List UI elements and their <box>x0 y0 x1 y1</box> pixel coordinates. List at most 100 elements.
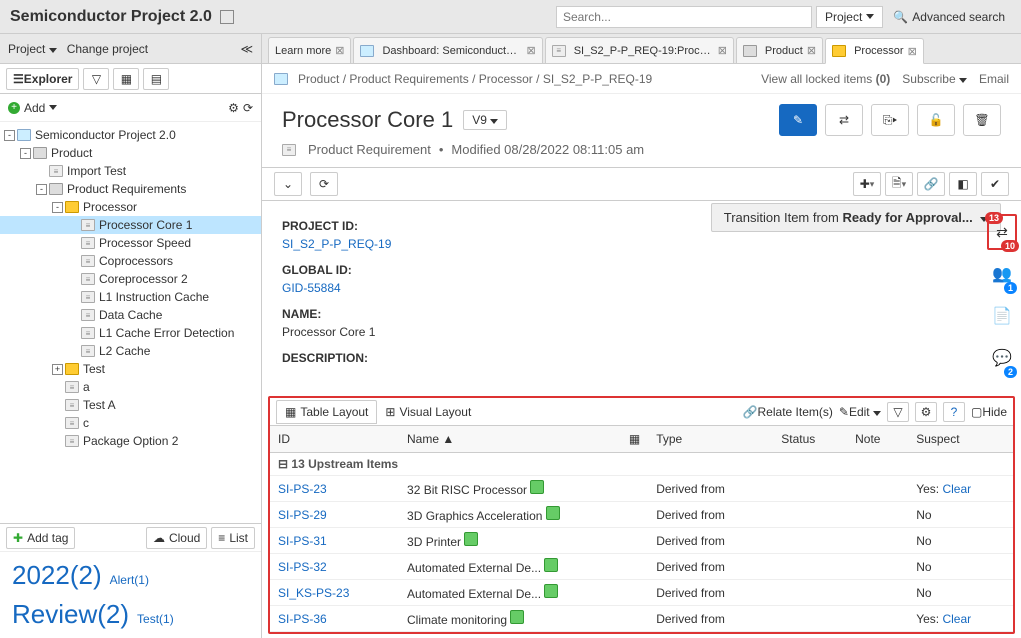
tree-item[interactable]: Coreprocessor 2 <box>0 270 261 288</box>
collapse-left-icon[interactable]: ≪ <box>240 42 253 56</box>
tree-item[interactable]: a <box>0 378 261 396</box>
tree-item[interactable]: -Product <box>0 144 261 162</box>
item-id-link[interactable]: SI_KS-PS-23 <box>278 586 349 600</box>
tree-item[interactable]: L1 Cache Error Detection <box>0 324 261 342</box>
visual-layout-tab[interactable]: ⊞Visual Layout <box>377 400 479 424</box>
subscribe-menu[interactable]: Subscribe <box>902 72 967 86</box>
item-id-link[interactable]: SI-PS-29 <box>278 508 327 522</box>
home-icon[interactable] <box>274 73 288 85</box>
layout-icon[interactable] <box>220 10 234 24</box>
editor-tab[interactable]: Product⊠ <box>736 37 823 63</box>
column-header[interactable]: Suspect <box>908 426 1013 453</box>
toggle-icon[interactable]: - <box>36 184 47 195</box>
tree-item[interactable]: -Processor <box>0 198 261 216</box>
edit-button[interactable]: ✎ <box>779 104 817 136</box>
relate-items-button[interactable]: 🔗Relate Item(s) <box>743 405 833 419</box>
editor-tab[interactable]: Processor⊠ <box>825 38 924 64</box>
global-id-value[interactable]: GID-55884 <box>282 281 1001 295</box>
relationships-widget[interactable]: ⇄ 13 10 <box>987 214 1017 250</box>
toggle-icon[interactable]: - <box>4 130 15 141</box>
column-header[interactable]: Note <box>847 426 908 453</box>
link-icon[interactable]: 🔗 <box>917 172 945 196</box>
transition-button[interactable]: Transition Item from Ready for Approval.… <box>711 203 1001 232</box>
edit-menu[interactable]: ✎Edit <box>839 405 881 419</box>
editor-tab[interactable]: Dashboard: Semiconductor Project...⊠ <box>353 37 542 63</box>
tree-item[interactable]: Import Test <box>0 162 261 180</box>
item-id-link[interactable]: SI-PS-23 <box>278 482 327 496</box>
people-widget[interactable]: 👥 1 <box>987 256 1017 292</box>
breadcrumb-item[interactable]: Product Requirements <box>349 72 468 86</box>
column-header[interactable]: Status <box>773 426 847 453</box>
toggle-icon[interactable]: + <box>52 364 63 375</box>
gear-icon[interactable]: ⚙ <box>228 101 239 115</box>
table-row[interactable]: SI-PS-36Climate monitoring Derived fromY… <box>270 606 1013 632</box>
close-icon[interactable]: ⊠ <box>718 44 727 57</box>
activity-widget[interactable]: 📄 <box>987 298 1017 334</box>
tree-item[interactable]: Package Option 2 <box>0 432 261 450</box>
breadcrumb-item[interactable]: Product <box>298 72 339 86</box>
add-menu[interactable]: ✚▾ <box>853 172 881 196</box>
hide-button[interactable]: ▢Hide <box>971 405 1007 419</box>
lock-button[interactable]: 🔓 <box>917 104 955 136</box>
add-button[interactable]: +Add <box>8 101 57 115</box>
releases-icon[interactable]: ▤ <box>143 68 169 90</box>
table-row[interactable]: SI-PS-293D Graphics Acceleration Derived… <box>270 502 1013 528</box>
column-header[interactable]: Type <box>648 426 773 453</box>
tree-item[interactable]: Processor Core 1 <box>0 216 261 234</box>
email-link[interactable]: Email <box>979 72 1009 86</box>
locked-items-link[interactable]: View all locked items (0) <box>761 72 890 86</box>
change-project-link[interactable]: Change project <box>67 42 148 56</box>
clear-link[interactable]: Clear <box>942 612 971 626</box>
table-row[interactable]: SI-PS-2332 Bit RISC Processor Derived fr… <box>270 476 1013 502</box>
filter-icon[interactable]: ▽ <box>83 68 109 90</box>
cloud-view-button[interactable]: ☁Cloud <box>146 527 207 549</box>
workflow-button[interactable]: ⇄ <box>825 104 863 136</box>
tree-item[interactable]: -Semiconductor Project 2.0 <box>0 126 261 144</box>
tree-item[interactable]: Data Cache <box>0 306 261 324</box>
column-header[interactable]: Name ▲▦ <box>399 426 648 453</box>
tree-item[interactable]: c <box>0 414 261 432</box>
grid-icon[interactable]: ▦ <box>113 68 139 90</box>
toggle-icon[interactable]: - <box>20 148 31 159</box>
breadcrumb-item[interactable]: SI_S2_P-P_REQ-19 <box>543 72 652 86</box>
clear-link[interactable]: Clear <box>942 482 971 496</box>
table-row[interactable]: SI_KS-PS-23Automated External De... Deri… <box>270 580 1013 606</box>
delete-button[interactable]: 🗑 <box>963 104 1001 136</box>
breadcrumb-item[interactable]: Processor <box>479 72 533 86</box>
column-header[interactable]: ID <box>270 426 399 453</box>
project-id-value[interactable]: SI_S2_P-P_REQ-19 <box>282 237 1001 251</box>
close-icon[interactable]: ⊠ <box>807 44 816 57</box>
item-id-link[interactable]: SI-PS-31 <box>278 534 327 548</box>
editor-tab[interactable]: Learn more⊠ <box>268 37 351 63</box>
explorer-tab[interactable]: ☰ Explorer <box>6 68 79 90</box>
copy-menu[interactable]: 🗎▾ <box>885 172 913 196</box>
tag-cloud-item[interactable]: Test(1) <box>137 612 174 626</box>
column-config-icon[interactable]: ▦ <box>629 432 640 446</box>
refresh-icon[interactable]: ⟳ <box>243 101 253 115</box>
tag-cloud-item[interactable]: Alert(1) <box>110 573 149 587</box>
group-header[interactable]: ⊟ 13 Upstream Items <box>270 453 1013 476</box>
tree-item[interactable]: L2 Cache <box>0 342 261 360</box>
toggle-icon[interactable]: - <box>52 202 63 213</box>
done-icon[interactable]: ✔ <box>981 172 1009 196</box>
tree-item[interactable]: +Test <box>0 360 261 378</box>
advanced-search-link[interactable]: 🔍Advanced search <box>887 10 1011 24</box>
tag-cloud-item[interactable]: Review(2) <box>4 595 137 634</box>
table-row[interactable]: SI-PS-32Automated External De... Derived… <box>270 554 1013 580</box>
editor-tab[interactable]: SI_S2_P-P_REQ-19:Proce...⊠ <box>545 37 734 63</box>
close-icon[interactable]: ⊠ <box>526 44 535 57</box>
settings-icon[interactable]: ⚙ <box>915 402 937 422</box>
compare-icon[interactable]: ◧ <box>949 172 977 196</box>
project-menu[interactable]: Project <box>8 42 57 56</box>
close-icon[interactable]: ⊠ <box>908 45 917 58</box>
tree-item[interactable]: Test A <box>0 396 261 414</box>
tree-item[interactable]: L1 Instruction Cache <box>0 288 261 306</box>
help-icon[interactable]: ? <box>943 402 965 422</box>
table-layout-tab[interactable]: ▦Table Layout <box>276 400 377 424</box>
tree-item[interactable]: Processor Speed <box>0 234 261 252</box>
list-view-button[interactable]: ≡List <box>211 527 255 549</box>
table-row[interactable]: SI-PS-313D Printer Derived fromNo <box>270 528 1013 554</box>
export-button[interactable]: ⎘▸ <box>871 104 909 136</box>
expand-icon[interactable]: ⌄ <box>274 172 302 196</box>
comments-widget[interactable]: 💬 2 <box>987 340 1017 376</box>
